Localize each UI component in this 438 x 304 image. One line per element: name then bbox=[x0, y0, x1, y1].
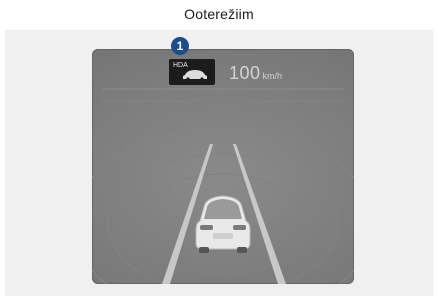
cluster-display: HDA 100 km/h bbox=[92, 49, 354, 284]
speed-value: 100 bbox=[229, 63, 261, 83]
page-title: Ooterežiim bbox=[184, 6, 254, 22]
callout-marker: 1 bbox=[171, 37, 189, 55]
speed-unit: km/h bbox=[262, 71, 283, 81]
page: Ooterežiim HDA 100 km/h 1 bbox=[0, 0, 438, 304]
road-scene bbox=[92, 88, 354, 284]
set-speed: 100 km/h bbox=[229, 63, 282, 84]
car-front-icon bbox=[183, 70, 207, 81]
car-icon bbox=[195, 195, 251, 253]
hda-label: HDA bbox=[173, 62, 188, 69]
hda-indicator: HDA bbox=[169, 59, 215, 85]
